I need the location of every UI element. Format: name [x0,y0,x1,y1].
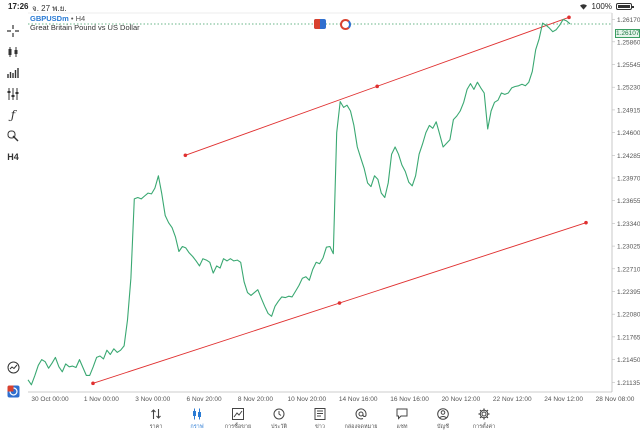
channel-anchor[interactable] [91,381,95,386]
nav-mailbox[interactable]: กล่องจดหมาย [344,404,379,447]
left-toolbar: ƒ H4 [0,13,26,403]
nav-label: ข่าว [315,424,325,430]
price-tick-label: 1.26170 [617,17,640,24]
time-tick-label: 22 Nov 12:00 [493,396,532,403]
time-tick-label: 14 Nov 16:00 [339,396,378,403]
gear-icon [478,408,490,420]
symbol-name: GBPUSDm [30,14,69,23]
nav-quotes[interactable]: ราคา [139,404,174,447]
price-tick-label: 1.25545 [617,62,640,69]
symbol-description: Great Britain Pound vs US Dollar [30,23,140,32]
nav-history[interactable]: ประวัติ [262,404,297,447]
candles-icon[interactable] [5,44,21,60]
price-series [27,18,571,386]
price-tick-label: 1.24600 [617,130,640,137]
trend-channel [91,15,588,386]
time-tick-label: 6 Nov 20:00 [187,396,222,403]
price-tick-label: 1.22080 [617,312,640,319]
trade-chart-icon [232,408,244,420]
history-icon [273,408,285,420]
nav-label: กล่องจดหมาย [344,424,378,430]
price-tick-label: 1.21450 [617,357,640,364]
channel-anchor[interactable] [375,84,379,89]
time-tick-label: 8 Nov 20:00 [238,396,273,403]
chat-icon [396,408,408,420]
function-icon[interactable]: ƒ [5,107,21,123]
price-tick-label: 1.23340 [617,221,640,228]
nav-label: ราคา [149,424,163,430]
time-tick-label: 1 Nov 00:00 [84,396,119,403]
time-tick-label: 24 Nov 12:00 [544,396,583,403]
candles-icon [193,408,201,420]
nav-label: การซื้อขาย [224,424,252,430]
bottom-nav: ราคา กราฟ การซื้อขาย ประวัติ ข่าว กล่องจ… [0,404,640,447]
price-tick-label: 1.25860 [617,39,640,46]
chart-axes [28,12,613,393]
price-tick-label: 1.24285 [617,153,640,160]
channel-anchor[interactable] [567,15,571,20]
account-icon [437,408,449,420]
nav-accounts[interactable]: บัญชี [426,404,461,447]
price-chart[interactable]: 1.26170 1.25860 1.25545 1.25230 1.24915 1.246… [0,0,640,404]
price-tick-label: 1.25230 [617,85,640,92]
price-tick-label: 1.23655 [617,198,640,205]
time-tick-label: 16 Nov 16:00 [390,396,429,403]
updown-arrows-icon [151,409,161,419]
time-axis-labels: 30 Oct 00:00 1 Nov 00:00 3 Nov 00:00 6 Nov … [31,396,634,403]
nav-label: บัญชี [437,424,449,430]
price-tick-label: 1.22395 [617,289,640,296]
nav-chart[interactable]: กราฟ [180,404,215,447]
trade-panel-icon[interactable] [5,383,21,399]
price-tick-label: 1.21135 [617,380,640,387]
channel-anchor[interactable] [337,301,342,305]
nav-label: กราฟ [190,424,204,430]
nav-chat[interactable]: แชท [385,404,420,447]
bars-icon[interactable] [5,65,21,81]
timeframe-label: • H4 [70,14,86,23]
price-tick-label: 1.23025 [617,244,640,251]
nav-label: การตั้งค่า [472,424,496,430]
price-tick-label: 1.22710 [617,266,640,273]
time-tick-label: 10 Nov 20:00 [287,396,326,403]
time-tick-label: 20 Nov 12:00 [442,396,481,403]
current-price-tag: 1.26107 [615,29,640,38]
symbol-header: GBPUSDm • H4 Great Britain Pound vs US D… [30,14,140,32]
crosshair-icon[interactable] [5,23,21,39]
time-tick-label: 28 Nov 08:00 [596,396,635,403]
price-tick-label: 1.23970 [617,176,640,183]
nav-label: แชท [396,424,408,430]
at-icon [355,408,367,420]
indicator-icon[interactable] [340,19,351,30]
nav-settings[interactable]: การตั้งค่า [467,404,502,447]
price-axis-labels: 1.26170 1.25860 1.25545 1.25230 1.24915 1.246… [612,17,640,387]
timeframe-button[interactable]: H4 [5,149,21,165]
settings-sliders-icon[interactable] [5,86,21,102]
price-line [27,18,571,386]
nav-trade[interactable]: การซื้อขาย [221,404,256,447]
time-tick-label: 30 Oct 00:00 [31,396,69,403]
draw-objects-icon[interactable] [5,128,21,144]
chart-tools-icon[interactable] [5,359,21,375]
price-tick-label: 1.24915 [617,107,640,114]
channel-anchor[interactable] [584,220,588,225]
nav-news[interactable]: ข่าว [303,404,338,447]
time-tick-label: 3 Nov 00:00 [135,396,170,403]
one-click-trade-button[interactable] [314,19,326,29]
channel-anchor[interactable] [183,153,188,158]
nav-label: ประวัติ [270,424,288,430]
price-tick-label: 1.21765 [617,334,640,341]
news-icon [314,408,326,420]
